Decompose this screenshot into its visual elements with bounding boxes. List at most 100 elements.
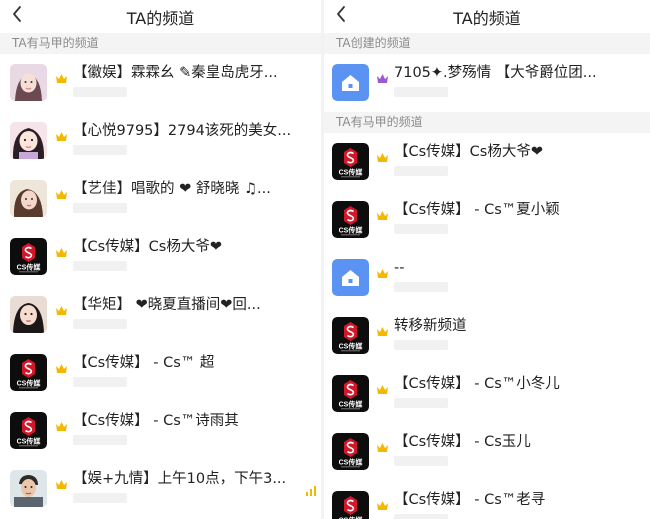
svg-text:CS传媒: CS传媒: [339, 458, 364, 467]
channel-subtitle-blurred: [394, 166, 448, 176]
cs-logo-avatar: CS传媒: [10, 354, 47, 391]
svg-text:CS传媒: CS传媒: [339, 226, 364, 235]
section-header-vest-channels: TA有马甲的频道: [0, 33, 321, 54]
crown-icon: [376, 264, 389, 278]
cs-logo-avatar: CS传媒: [332, 317, 369, 354]
crown-icon: [55, 243, 68, 257]
cs-logo-avatar: CS传媒: [332, 143, 369, 180]
channel-list: CS传媒 【Cs传媒】Cs杨大爷❤ CS传媒 【Cs传媒】 - Cs™夏小颖 -- CS传…: [324, 133, 650, 519]
channel-name: --: [394, 260, 405, 276]
channel-row[interactable]: CS传媒 【Cs传媒】 - Cs™老寻: [324, 481, 650, 519]
channel-name: 【Cs传媒】 - Cs™夏小颖: [394, 202, 560, 218]
crown-icon: [55, 69, 68, 83]
channel-subtitle-blurred: [73, 377, 127, 387]
crown-icon: [376, 380, 389, 394]
channel-subtitle-blurred: [394, 340, 448, 350]
page-title: TA的频道: [453, 9, 521, 28]
channel-row[interactable]: CS传媒 【Cs传媒】 - Cs™ 超: [0, 344, 321, 402]
section-header-vest-channels: TA有马甲的频道: [324, 112, 650, 133]
channel-row[interactable]: 【娱+九情】上午10点，下午3...: [0, 460, 321, 518]
channel-row[interactable]: CS传媒 【Cs传媒】 - Cs™夏小颖: [324, 191, 650, 249]
cs-logo-avatar: CS传媒: [332, 201, 369, 238]
channel-name: 【徽娱】霖霖幺 ✎秦皇岛虎牙...: [73, 65, 278, 81]
channel-name: 【Cs传媒】 - Cs™ 超: [73, 355, 215, 371]
cs-logo-avatar: CS传媒: [332, 491, 369, 519]
section-header-created-channels: TA创建的频道: [324, 33, 650, 54]
channel-avatar: [10, 122, 47, 159]
channel-row[interactable]: CS传媒 【Cs传媒】 - Cs™诗雨其: [0, 402, 321, 460]
channel-name: 【Cs传媒】 - Cs™老寻: [394, 492, 546, 508]
channel-list: 【徽娱】霖霖幺 ✎秦皇岛虎牙... 【心悦9795】2794该死的美女... 【艺佳…: [0, 54, 321, 518]
crown-icon: [376, 322, 389, 336]
cs-logo-avatar: CS传媒: [332, 433, 369, 470]
channel-row[interactable]: 【华矩】 ❤晓夏直播间❤回...: [0, 286, 321, 344]
channel-avatar: [10, 470, 47, 507]
cs-logo-avatar: CS传媒: [10, 238, 47, 275]
svg-text:CS传媒: CS传媒: [339, 342, 364, 351]
crown-icon: [55, 301, 68, 315]
channel-subtitle-blurred: [73, 435, 127, 445]
channel-row[interactable]: CS传媒 【Cs传媒】Cs杨大爷❤: [324, 133, 650, 191]
channel-name: 【Cs传媒】Cs杨大爷❤: [394, 144, 544, 160]
page-title: TA的频道: [126, 9, 195, 28]
crown-icon: [55, 359, 68, 373]
channel-subtitle-blurred: [73, 319, 127, 329]
svg-text:CS传媒: CS传媒: [339, 168, 364, 177]
channel-subtitle-blurred: [394, 87, 448, 97]
channel-name: 【Cs传媒】 - Cs™诗雨其: [73, 413, 239, 429]
channel-avatar: [10, 180, 47, 217]
channel-name: 转移新频道: [394, 318, 467, 334]
channel-row[interactable]: 7105✦.梦殇情 【大爷爵位团...: [324, 54, 650, 112]
home-icon: [332, 64, 369, 101]
svg-text:CS传媒: CS传媒: [17, 379, 42, 388]
left-screen: TA的频道 TA有马甲的频道 【徽娱】霖霖幺 ✎秦皇岛虎牙... 【心悦9795】…: [0, 0, 321, 519]
channel-avatar: [10, 64, 47, 101]
channel-subtitle-blurred: [73, 493, 127, 503]
channel-name: 【Cs传媒】Cs杨大爷❤: [73, 239, 223, 255]
channel-subtitle-blurred: [394, 398, 448, 408]
right-screen: TA的频道 TA创建的频道 7105✦.梦殇情 【大爷爵位团... TA有马甲的…: [324, 0, 650, 519]
crown-purple-icon: [376, 69, 389, 83]
svg-text:CS传媒: CS传媒: [17, 263, 42, 272]
channel-subtitle-blurred: [394, 514, 448, 519]
channel-row[interactable]: CS传媒 【Cs传媒】 - Cs™小冬儿: [324, 365, 650, 423]
crown-icon: [55, 127, 68, 141]
channel-subtitle-blurred: [394, 456, 448, 466]
channel-row[interactable]: 【心悦9795】2794该死的美女...: [0, 112, 321, 170]
channel-row[interactable]: 【徽娱】霖霖幺 ✎秦皇岛虎牙...: [0, 54, 321, 112]
crown-icon: [376, 496, 389, 510]
channel-subtitle-blurred: [73, 203, 127, 213]
channel-avatar: [10, 296, 47, 333]
crown-icon: [376, 438, 389, 452]
channel-name: 【Cs传媒】 - Cs™小冬儿: [394, 376, 560, 392]
home-icon: [332, 259, 369, 296]
channel-name: 【Cs传媒】 - Cs玉儿: [394, 434, 531, 450]
crown-icon: [55, 185, 68, 199]
channel-name: 【华矩】 ❤晓夏直播间❤回...: [73, 297, 261, 313]
channel-subtitle-blurred: [73, 261, 127, 271]
crown-icon: [55, 417, 68, 431]
channel-subtitle-blurred: [394, 224, 448, 234]
channel-row[interactable]: CS传媒 转移新频道: [324, 307, 650, 365]
channel-subtitle-blurred: [394, 282, 448, 292]
svg-text:CS传媒: CS传媒: [17, 437, 42, 446]
channel-row[interactable]: 【艺佳】唱歌的 ❤ 舒晓晓 ♫...: [0, 170, 321, 228]
header: TA的频道: [324, 0, 650, 33]
channel-name: 【心悦9795】2794该死的美女...: [73, 123, 292, 139]
crown-icon: [376, 148, 389, 162]
channel-row[interactable]: CS传媒 【Cs传媒】Cs杨大爷❤: [0, 228, 321, 286]
crown-icon: [376, 206, 389, 220]
channel-row[interactable]: CS传媒 【Cs传媒】 - Cs玉儿: [324, 423, 650, 481]
crown-icon: [55, 475, 68, 489]
created-channel-list: 7105✦.梦殇情 【大爷爵位团...: [324, 54, 650, 112]
header: TA的频道: [0, 0, 321, 33]
channel-name: 7105✦.梦殇情 【大爷爵位团...: [394, 65, 597, 81]
channel-subtitle-blurred: [73, 145, 127, 155]
channel-row[interactable]: --: [324, 249, 650, 307]
channel-name: 【艺佳】唱歌的 ❤ 舒晓晓 ♫...: [73, 181, 271, 197]
cs-logo-avatar: CS传媒: [10, 412, 47, 449]
svg-text:CS传媒: CS传媒: [339, 400, 364, 409]
signal-icon: [306, 486, 316, 496]
cs-logo-avatar: CS传媒: [332, 375, 369, 412]
channel-subtitle-blurred: [73, 87, 127, 97]
